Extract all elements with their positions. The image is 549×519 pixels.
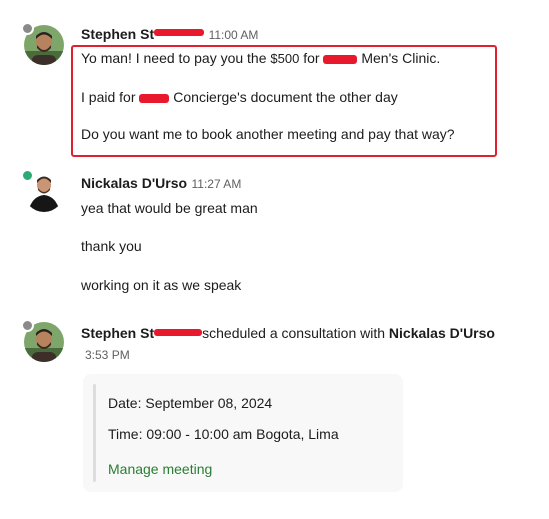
redaction-mark bbox=[154, 328, 203, 336]
presence-away-indicator bbox=[21, 319, 34, 332]
avatar-stephen[interactable] bbox=[21, 22, 66, 67]
card-accent-bar bbox=[93, 384, 96, 482]
message-header: Stephen St scheduled a consultation with … bbox=[81, 325, 495, 341]
action-text: scheduled a consultation with bbox=[202, 325, 386, 341]
message-text: Do you want me to book another meeting a… bbox=[81, 126, 455, 142]
message-text: I paid for Concierge's document the othe… bbox=[81, 89, 398, 105]
message-text: Yo man! I need to pay you the $500 for M… bbox=[81, 50, 441, 66]
mention-name[interactable]: Nickalas D'Urso bbox=[389, 325, 495, 341]
message-timestamp[interactable]: 11:27 AM bbox=[192, 177, 242, 191]
meeting-date: Date: September 08, 2024 bbox=[108, 395, 273, 411]
redaction-mark bbox=[323, 54, 358, 64]
message-timestamp[interactable]: 11:00 AM bbox=[209, 28, 259, 42]
message-header: Nickalas D'Urso 11:27 AM bbox=[81, 175, 241, 193]
message-text: working on it as we speak bbox=[81, 277, 242, 293]
meeting-card: Date: September 08, 2024 Time: 09:00 - 1… bbox=[83, 374, 403, 492]
redaction-mark bbox=[139, 93, 170, 103]
avatar-nickalas[interactable] bbox=[21, 169, 66, 214]
author-name[interactable]: Stephen St bbox=[81, 26, 154, 42]
redaction-mark bbox=[154, 29, 205, 37]
meeting-time: Time: 09:00 - 10:00 am Bogota, Lima bbox=[108, 426, 339, 442]
presence-active-indicator bbox=[21, 169, 34, 182]
message-header: Stephen St 11:00 AM bbox=[81, 26, 258, 44]
message-timestamp[interactable]: 3:53 PM bbox=[85, 348, 130, 362]
message-text: thank you bbox=[81, 238, 142, 254]
message-text: yea that would be great man bbox=[81, 200, 258, 216]
avatar-stephen[interactable] bbox=[21, 319, 66, 364]
price: $500 bbox=[270, 51, 300, 66]
author-name[interactable]: Stephen St bbox=[81, 325, 154, 341]
manage-meeting-link[interactable]: Manage meeting bbox=[108, 461, 212, 477]
author-name[interactable]: Nickalas D'Urso bbox=[81, 175, 187, 191]
presence-away-indicator bbox=[21, 22, 34, 35]
